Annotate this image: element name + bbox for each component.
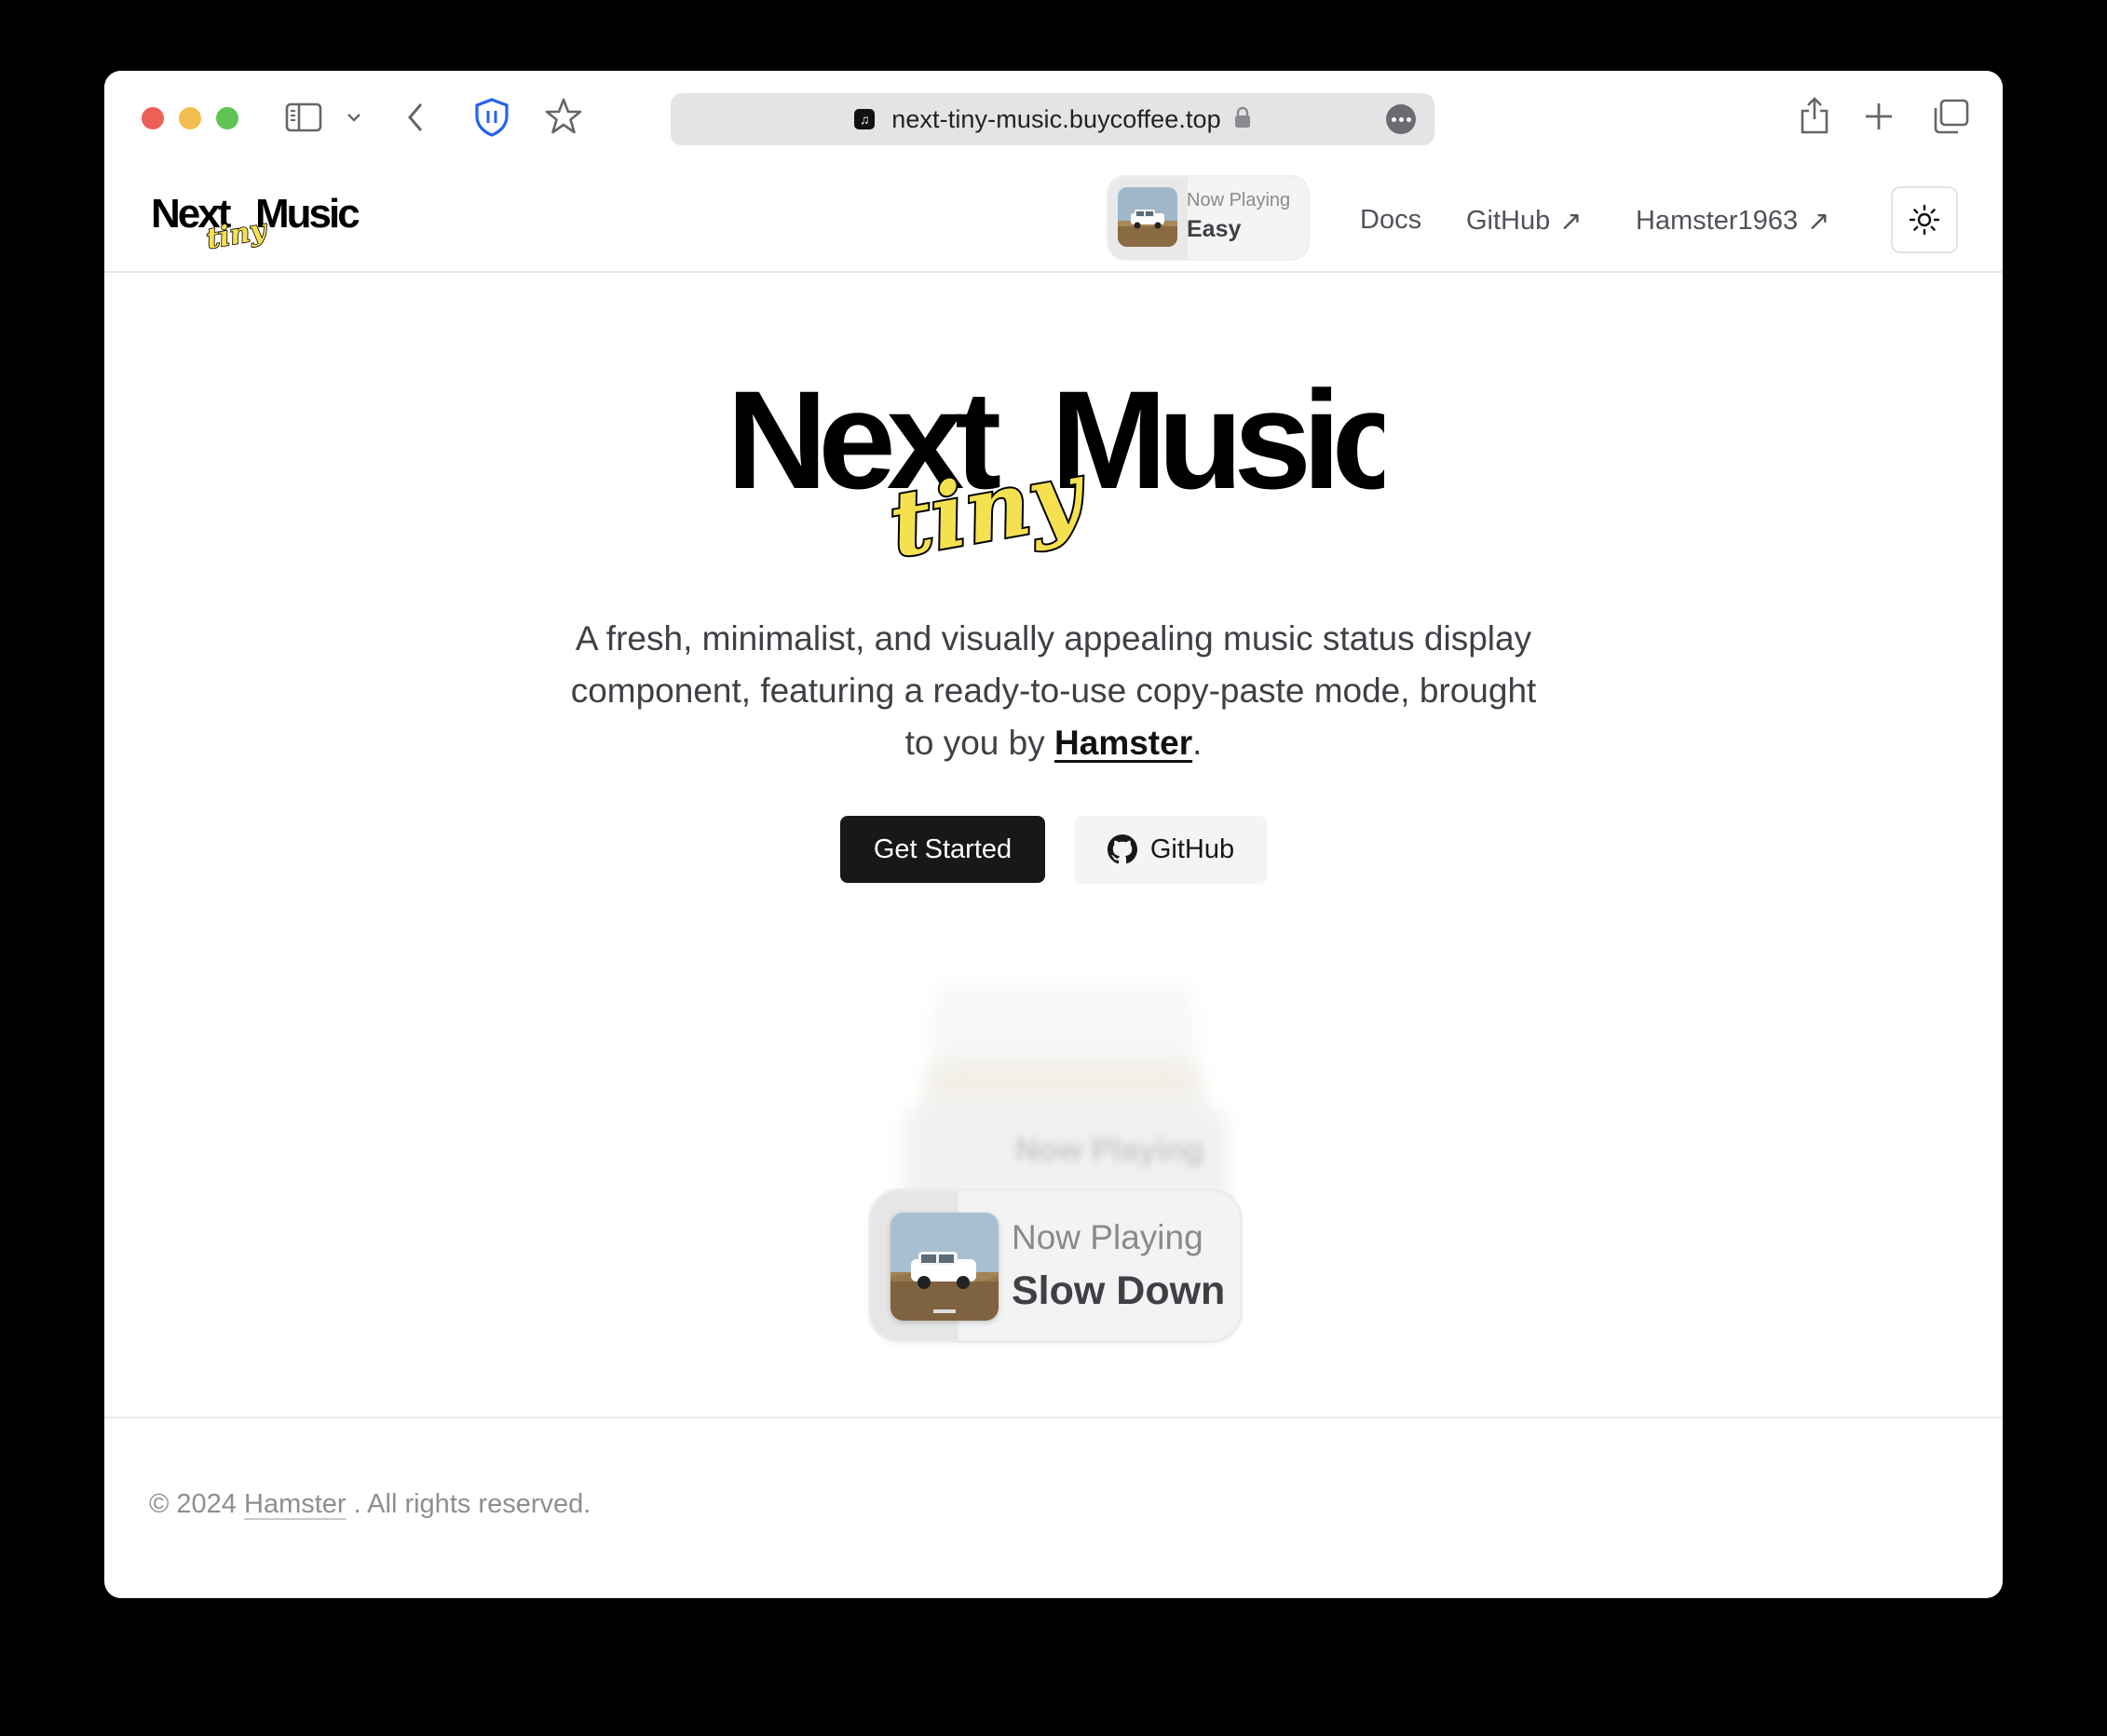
nav-docs-label: Docs — [1360, 205, 1422, 235]
github-icon — [1107, 834, 1137, 864]
tagline-text: A fresh, minimalist, and visually appeal… — [570, 619, 1537, 762]
site-logo[interactable]: Next Music tiny — [149, 188, 369, 255]
new-tab-icon[interactable] — [1863, 101, 1895, 132]
page-menu-icon[interactable] — [1386, 104, 1416, 134]
demo-player-label: Now Playing — [1012, 1218, 1203, 1256]
nav-github-label: GitHub — [1466, 206, 1551, 236]
copyright-text: © 2024 Hamster . All rights reserved. — [149, 1489, 591, 1520]
hero-logo-word-music: Music — [1051, 361, 1384, 518]
get-started-button[interactable]: Get Started — [840, 816, 1045, 883]
hero-logo: Next Music tiny — [727, 361, 1384, 564]
copyright-prefix: © 2024 — [149, 1489, 237, 1519]
nav-user-link[interactable]: Hamster1963 ↗ — [1636, 205, 1829, 237]
site-footer: © 2024 Hamster . All rights reserved. — [104, 1417, 2003, 1598]
back-arrow-icon[interactable] — [404, 101, 427, 134]
tagline-end: . — [1192, 724, 1203, 762]
now-playing-demo-player[interactable]: Now Playing Slow Down — [868, 1188, 1243, 1343]
theme-toggle-button[interactable] — [1891, 186, 1958, 253]
chevron-down-icon[interactable] — [345, 108, 363, 127]
external-link-icon: ↗ — [1559, 207, 1583, 237]
shield-icon[interactable] — [473, 97, 510, 138]
address-url: next-tiny-music.buycoffee.top — [891, 104, 1221, 133]
address-bar[interactable]: ♫ next-tiny-music.buycoffee.top — [671, 93, 1434, 145]
lock-icon — [1234, 106, 1251, 133]
github-button-label: GitHub — [1149, 834, 1235, 864]
ghost-player-label: Now Playing — [1015, 1132, 1204, 1168]
github-button[interactable]: GitHub — [1075, 816, 1267, 883]
album-art — [1118, 187, 1177, 247]
share-icon[interactable] — [1798, 95, 1831, 136]
sun-icon — [1909, 204, 1940, 236]
nav-user-label: Hamster1963 — [1636, 206, 1799, 236]
hero-tagline: A fresh, minimalist, and visually appeal… — [570, 613, 1537, 769]
maximize-window-button[interactable] — [216, 107, 238, 129]
nav-docs-link[interactable]: Docs — [1360, 205, 1421, 236]
now-playing-widget[interactable]: Now Playing Easy — [1107, 175, 1310, 261]
star-icon[interactable] — [544, 97, 583, 136]
album-art — [890, 1213, 999, 1321]
minimize-window-button[interactable] — [179, 107, 201, 129]
nav-github-link[interactable]: GitHub ↗ — [1466, 205, 1583, 237]
browser-toolbar: ♫ next-tiny-music.buycoffee.top — [104, 71, 2003, 164]
logo-word-music: Music — [255, 191, 360, 237]
external-link-icon: ↗ — [1807, 207, 1830, 237]
get-started-label: Get Started — [873, 834, 1013, 864]
tab-overview-icon[interactable] — [1932, 99, 1969, 134]
close-window-button[interactable] — [142, 107, 164, 129]
sidebar-toggle-icon[interactable] — [285, 101, 322, 134]
footer-author-link[interactable]: Hamster — [244, 1489, 347, 1519]
browser-window: ♫ next-tiny-music.buycoffee.top Next Mus… — [104, 71, 2003, 1598]
demo-player-title: Slow Down — [1012, 1268, 1226, 1313]
author-link[interactable]: Hamster — [1054, 724, 1192, 762]
now-playing-label: Now Playing — [1187, 190, 1291, 210]
now-playing-title: Easy — [1187, 216, 1242, 242]
site-header: Next Music tiny Now Playing Easy Docs Gi… — [104, 164, 2003, 273]
site-favicon-icon: ♫ — [854, 109, 876, 129]
copyright-suffix: . All rights reserved. — [353, 1489, 591, 1519]
